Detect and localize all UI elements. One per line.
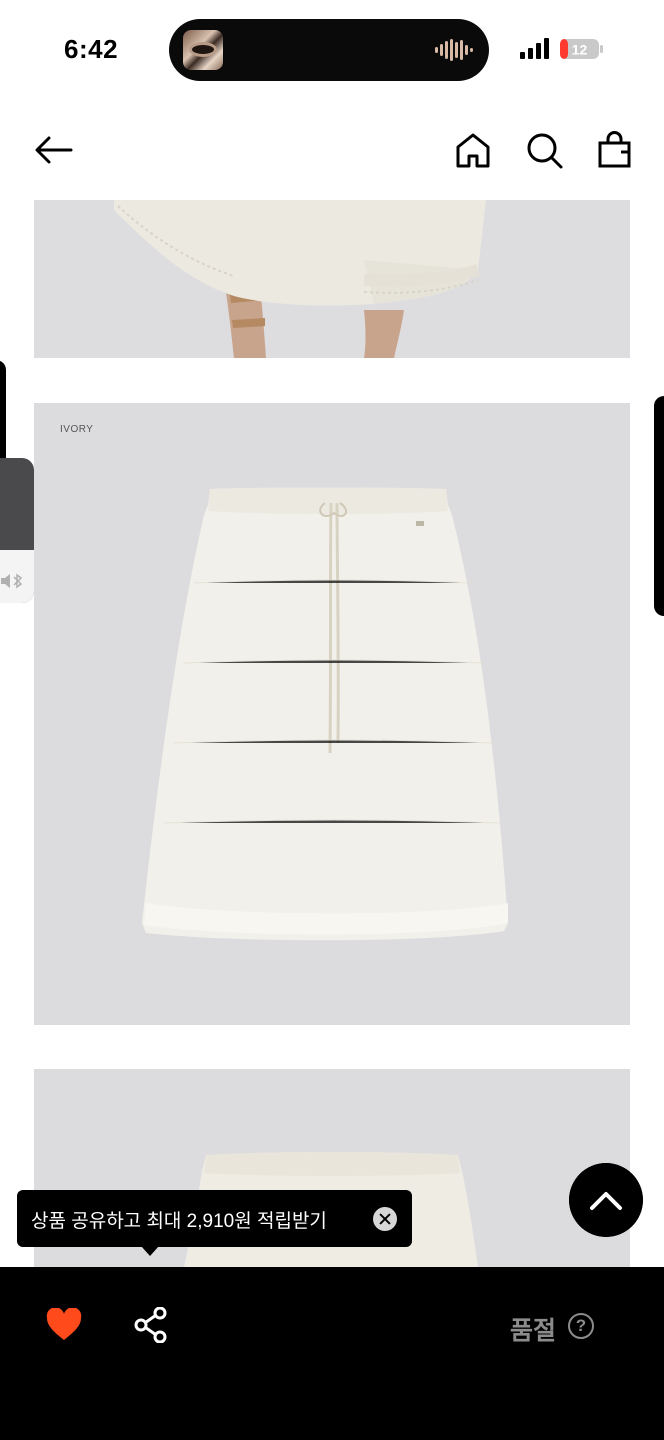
bottom-action-bar — [0, 1267, 664, 1440]
help-icon[interactable]: ? — [568, 1313, 594, 1339]
close-icon[interactable] — [373, 1207, 397, 1231]
right-edge-overlay — [654, 396, 664, 616]
heart-icon[interactable] — [46, 1308, 82, 1342]
share-icon[interactable] — [134, 1307, 168, 1343]
home-icon[interactable] — [453, 130, 493, 170]
top-navigation-bar — [0, 100, 664, 200]
product-image-ivory[interactable]: IVORY — [34, 403, 630, 1025]
tooltip-text: 상품 공유하고 최대 2,910원 적립받기 — [31, 1211, 327, 1232]
cellular-signal-icon — [520, 38, 549, 59]
scroll-to-top-button[interactable] — [569, 1163, 643, 1237]
audio-wave-icon — [435, 39, 473, 61]
share-reward-tooltip: 상품 공유하고 최대 2,910원 적립받기 — [17, 1190, 412, 1247]
battery-icon: 12 — [560, 39, 603, 59]
product-image-model[interactable] — [34, 200, 630, 358]
status-time: 6:42 — [64, 34, 119, 64]
color-label: IVORY — [60, 424, 94, 435]
mute-bluetooth-icon — [1, 573, 23, 589]
product-detail-screen: 6:42 12 IVORY 상품 공유하고 최대 2,910원 적립받기 품절 … — [0, 0, 664, 1440]
dynamic-island[interactable] — [169, 19, 489, 81]
shopping-bag-icon[interactable] — [595, 130, 635, 170]
arrow-left-icon[interactable] — [33, 130, 73, 170]
search-icon[interactable] — [524, 130, 564, 170]
sold-out-label: 품절 — [510, 1317, 557, 1345]
tooltip-arrow — [141, 1246, 159, 1256]
status-bar: 6:42 12 — [0, 0, 664, 100]
battery-level: 12 — [572, 42, 588, 58]
now-playing-thumbnail — [183, 30, 223, 70]
